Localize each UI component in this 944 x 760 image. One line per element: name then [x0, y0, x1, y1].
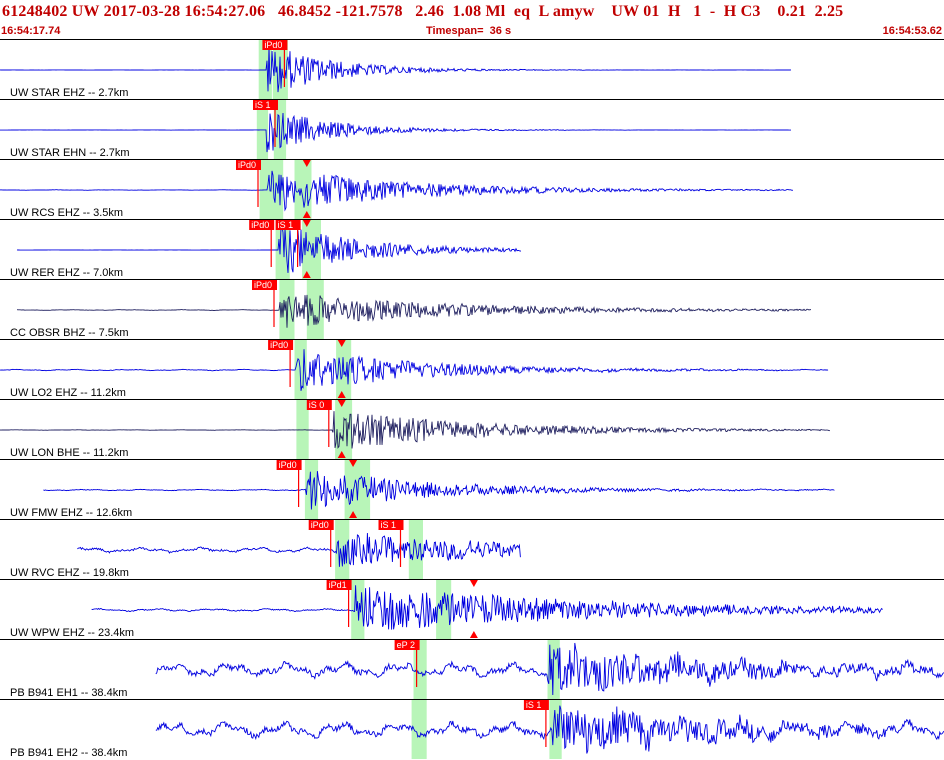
pick-label: iPd0 — [279, 460, 297, 470]
pick-label: iPd0 — [238, 160, 256, 170]
station-label: UW STAR EHN -- 2.7km — [10, 147, 130, 159]
pick-label: iPd0 — [264, 40, 282, 50]
marker-triangle-icon — [469, 631, 478, 638]
station-label: UW LO2 EHZ -- 11.2km — [10, 387, 126, 399]
waveform — [0, 46, 792, 93]
trace-row[interactable]: iPd1 UW WPW EHZ -- 23.4km — [0, 579, 944, 640]
waveform — [91, 585, 883, 630]
pick-label: iPd0 — [254, 280, 272, 290]
waveform — [0, 349, 829, 391]
pick-label: iS 1 — [381, 520, 397, 530]
trace-panel[interactable]: iPd0 UW STAR EHZ -- 2.7km iS 1 UW STAR EHN … — [0, 39, 944, 760]
waveform — [0, 411, 831, 449]
trace-row[interactable]: iPd0 CC OBSR BHZ -- 7.5km — [0, 279, 944, 340]
trace-row[interactable]: iPd0 iS 1 UW RVC EHZ -- 19.8km — [0, 519, 944, 580]
station-label: UW LON BHE -- 11.2km — [10, 447, 128, 459]
trace-row[interactable]: iPd0 iS 1 UW RER EHZ -- 7.0km — [0, 219, 944, 280]
trace-row[interactable]: iPd0 UW STAR EHZ -- 2.7km — [0, 39, 944, 100]
event-header: 61248402 UW 2017-03-28 16:54:27.06 46.84… — [0, 0, 944, 40]
pick-label: iPd1 — [329, 580, 347, 590]
event-summary: 61248402 UW 2017-03-28 16:54:27.06 46.84… — [2, 3, 844, 20]
pick-label: iPd0 — [270, 340, 288, 350]
end-time: 16:54:53.62 — [882, 25, 942, 37]
waveform — [16, 225, 522, 273]
trace-row[interactable]: iS 1 UW STAR EHN -- 2.7km — [0, 99, 944, 160]
station-label: UW RCS EHZ -- 3.5km — [10, 207, 123, 219]
station-label: PB B941 EH1 -- 38.4km — [10, 687, 127, 699]
waveform — [77, 532, 521, 567]
marker-triangle-icon — [469, 580, 478, 587]
trace-row[interactable]: iS 1 PB B941 EH2 -- 38.4km — [0, 699, 944, 760]
station-label: UW STAR EHZ -- 2.7km — [10, 87, 128, 99]
pick-label: eP 2 — [397, 640, 415, 650]
pick-window — [344, 460, 371, 519]
waveform — [16, 294, 812, 328]
trace-row[interactable]: iPd0 UW RCS EHZ -- 3.5km — [0, 159, 944, 220]
station-label: UW WPW EHZ -- 23.4km — [10, 627, 134, 639]
trace-row[interactable]: iS 0 UW LON BHE -- 11.2km — [0, 399, 944, 460]
trace-row[interactable]: iPd0 UW LO2 EHZ -- 11.2km — [0, 339, 944, 400]
station-label: UW RVC EHZ -- 19.8km — [10, 567, 129, 579]
trace-row[interactable]: eP 2 PB B941 EH1 -- 38.4km — [0, 639, 944, 700]
pick-label: iS 1 — [255, 100, 271, 110]
station-label: UW FMW EHZ -- 12.6km — [10, 507, 132, 519]
pick-label: iS 1 — [278, 220, 294, 230]
pick-label: iPd0 — [251, 220, 269, 230]
station-label: UW RER EHZ -- 7.0km — [10, 267, 123, 279]
station-label: CC OBSR BHZ -- 7.5km — [10, 327, 129, 339]
station-label: PB B941 EH2 -- 38.4km — [10, 747, 127, 759]
start-time: 16:54:17.74 — [1, 25, 61, 37]
pick-window — [294, 160, 312, 219]
pick-label: iPd0 — [311, 520, 329, 530]
waveform — [0, 170, 794, 212]
waveform — [43, 471, 835, 510]
pick-label: iS 1 — [526, 700, 542, 710]
trace-row[interactable]: iPd0 UW FMW EHZ -- 12.6km — [0, 459, 944, 520]
pick-label: iS 0 — [309, 400, 325, 410]
timespan-label: Timespan= 36 s — [426, 25, 512, 37]
